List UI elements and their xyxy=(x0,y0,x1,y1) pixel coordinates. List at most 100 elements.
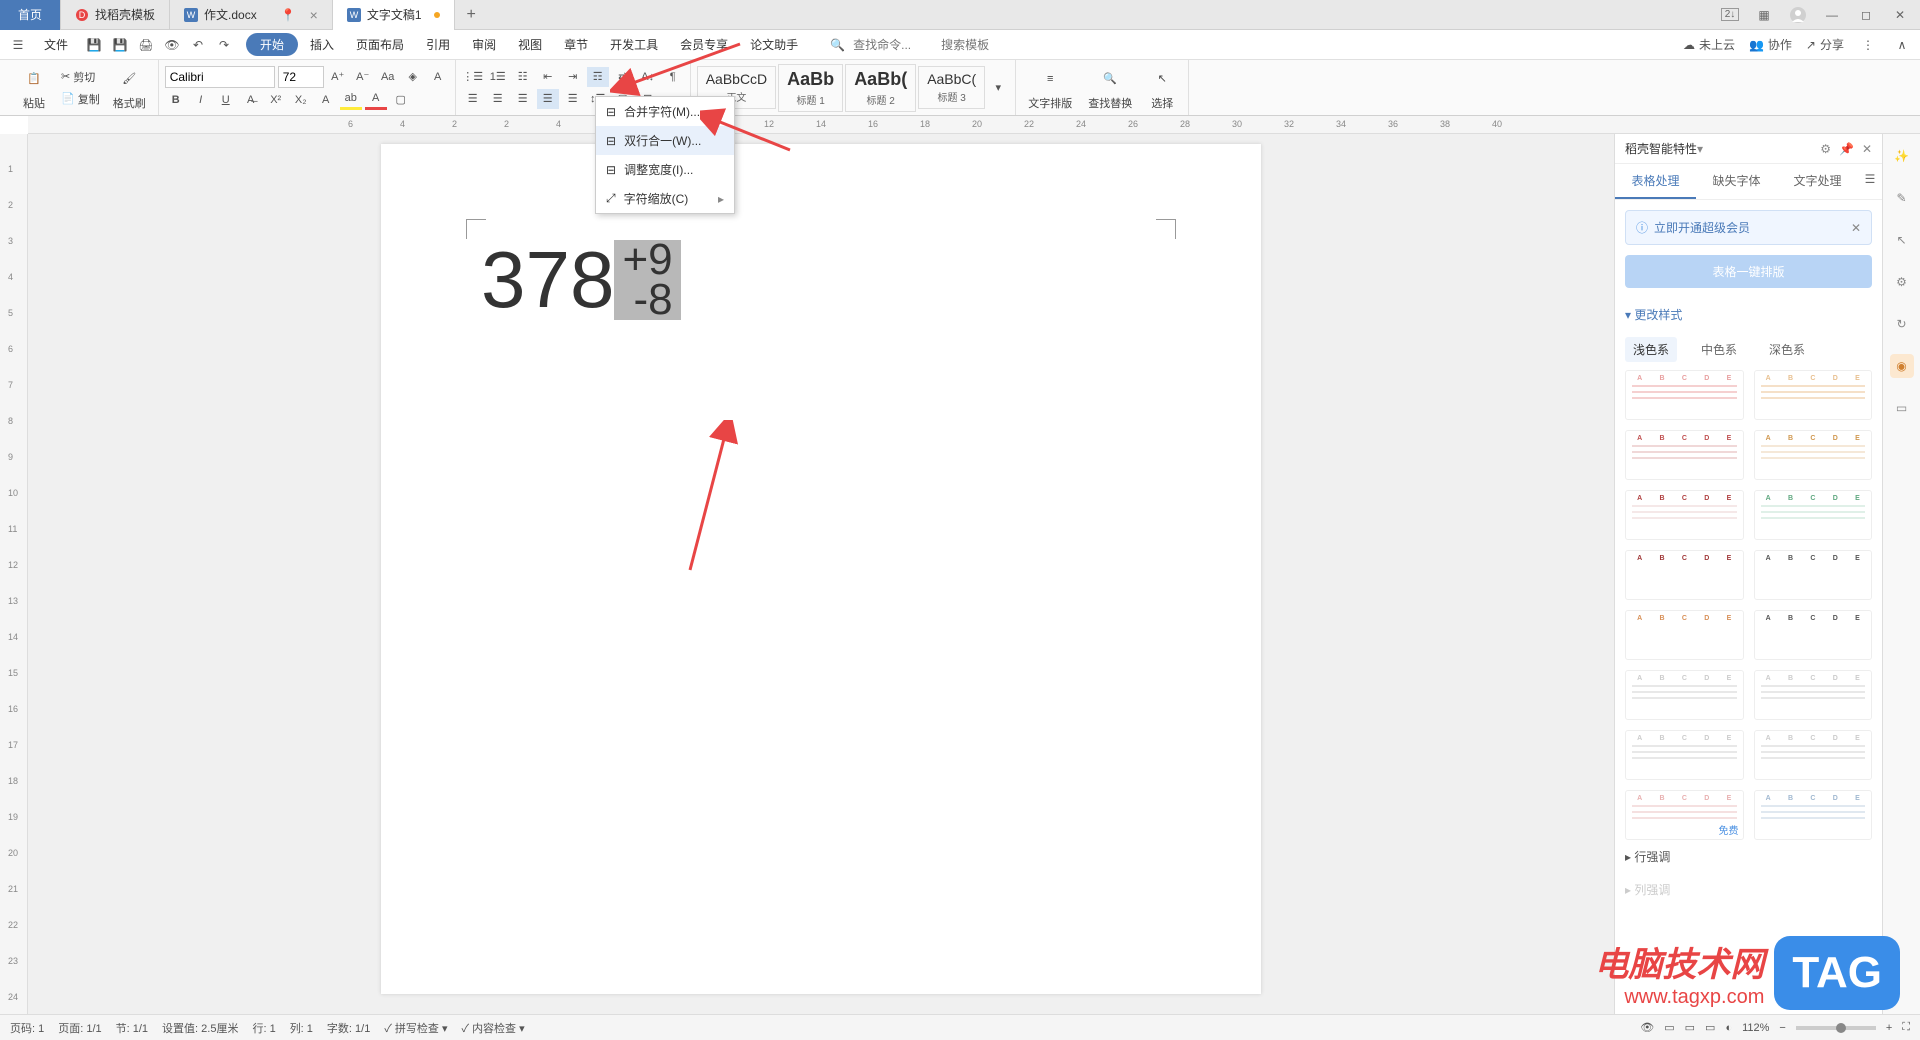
increase-indent-button[interactable]: ⇥ xyxy=(562,67,584,87)
menu-paper[interactable]: 论文助手 xyxy=(740,32,808,57)
panel-tab-more[interactable]: ☰ xyxy=(1858,164,1882,199)
section-col-emphasis[interactable]: ▸ 列强调 xyxy=(1625,873,1872,906)
template-item[interactable]: ABCDE xyxy=(1625,430,1744,480)
tab-close-icon[interactable]: × xyxy=(310,7,318,23)
view-outline-icon[interactable]: ▭ xyxy=(1705,1021,1715,1034)
underline-button[interactable]: U xyxy=(215,90,237,110)
sidebar-select-icon[interactable]: ↖ xyxy=(1890,228,1914,252)
minimize-button[interactable]: — xyxy=(1820,3,1844,27)
undo-icon[interactable]: ↶ xyxy=(188,35,208,55)
panel-tab-table[interactable]: 表格处理 xyxy=(1615,164,1696,199)
section-row-emphasis[interactable]: ▸ 行强调 xyxy=(1625,840,1872,873)
font-effect-button[interactable]: A xyxy=(315,90,337,110)
status-spell[interactable]: ✓ 拼写检查 ▾ xyxy=(384,1020,447,1036)
menu-file[interactable]: 文件 xyxy=(34,32,78,57)
tab-add-button[interactable]: + xyxy=(455,6,488,24)
color-tab-light[interactable]: 浅色系 xyxy=(1625,337,1677,362)
menu-dev[interactable]: 开发工具 xyxy=(600,32,668,57)
grow-font-button[interactable]: A⁺ xyxy=(327,67,349,87)
align-center-button[interactable]: ☰ xyxy=(487,89,509,109)
status-chars[interactable]: 字数: 1/1 xyxy=(327,1020,370,1036)
template-item[interactable]: ABCDE 免费 xyxy=(1625,790,1744,840)
print-icon[interactable]: 🖨 xyxy=(136,35,156,55)
status-pagenum[interactable]: 页码: 1 xyxy=(10,1020,44,1036)
notice-close-icon[interactable]: ✕ xyxy=(1851,221,1861,235)
settings-icon[interactable]: ⚙ xyxy=(1820,142,1831,156)
sidebar-settings-icon[interactable]: ⚙ xyxy=(1890,270,1914,294)
template-item[interactable]: ABCDE xyxy=(1754,730,1873,780)
cloud-status[interactable]: ☁未上云 xyxy=(1683,36,1735,53)
search-command-input[interactable] xyxy=(853,38,933,52)
document-area[interactable]: 378+9-8 xyxy=(28,134,1614,1014)
format-painter-button[interactable]: 🖌 格式刷 xyxy=(107,63,152,113)
tab-template[interactable]: D 找稻壳模板 xyxy=(61,0,170,30)
zoom-out-button[interactable]: − xyxy=(1779,1022,1785,1034)
color-tab-dark[interactable]: 深色系 xyxy=(1761,337,1813,362)
font-size-select[interactable] xyxy=(278,66,324,88)
template-item[interactable]: ABCDE xyxy=(1754,550,1873,600)
justify-button[interactable]: ☰ xyxy=(537,89,559,109)
template-item[interactable]: ABCDE xyxy=(1754,430,1873,480)
bullets-button[interactable]: ⋮☰ xyxy=(462,67,484,87)
menu-vip[interactable]: 会员专享 xyxy=(670,32,738,57)
zoom-slider[interactable] xyxy=(1796,1026,1876,1030)
numbering-button[interactable]: 1☰ xyxy=(487,67,509,87)
template-item[interactable]: ABCDE xyxy=(1754,370,1873,420)
more-icon[interactable]: ⋮ xyxy=(1858,35,1878,55)
template-item[interactable]: ABCDE xyxy=(1625,550,1744,600)
style-h2[interactable]: AaBb(标题 2 xyxy=(845,64,916,112)
color-tab-mid[interactable]: 中色系 xyxy=(1693,337,1745,362)
sidebar-pen-icon[interactable]: ✎ xyxy=(1890,186,1914,210)
redo-icon[interactable]: ↷ xyxy=(214,35,234,55)
select-button[interactable]: ↖选择 xyxy=(1142,63,1182,113)
template-item[interactable]: ABCDE xyxy=(1625,370,1744,420)
saveas-icon[interactable]: 💾 xyxy=(110,35,130,55)
titlebar-user-icon[interactable] xyxy=(1786,3,1810,27)
paste-button[interactable]: 📋 粘贴 xyxy=(14,63,54,113)
preview-icon[interactable]: 👁 xyxy=(162,35,182,55)
panel-tab-font[interactable]: 缺失字体 xyxy=(1696,164,1777,199)
menu-view[interactable]: 视图 xyxy=(508,32,552,57)
change-case-button[interactable]: Aa xyxy=(377,67,399,87)
table-format-button[interactable]: 表格一键排版 xyxy=(1625,255,1872,288)
menu-ref[interactable]: 引用 xyxy=(416,32,460,57)
highlight-button[interactable]: ab xyxy=(340,90,362,110)
section-change-style[interactable]: ▾ 更改样式 xyxy=(1625,300,1872,329)
decrease-indent-button[interactable]: ⇤ xyxy=(537,67,559,87)
sidebar-ai-icon[interactable]: ✨ xyxy=(1890,144,1914,168)
menu-review[interactable]: 审阅 xyxy=(462,32,506,57)
status-col[interactable]: 列: 1 xyxy=(290,1020,313,1036)
zoom-in-button[interactable]: + xyxy=(1886,1022,1892,1034)
shrink-font-button[interactable]: A⁻ xyxy=(352,67,374,87)
status-line[interactable]: 行: 1 xyxy=(252,1020,275,1036)
dropdown-adjust-width[interactable]: ⊟调整宽度(I)... xyxy=(596,155,734,184)
page[interactable]: 378+9-8 xyxy=(381,144,1261,994)
align-right-button[interactable]: ☰ xyxy=(512,89,534,109)
vip-notice[interactable]: ⓘ 立即开通超级会员 ✕ xyxy=(1625,210,1872,245)
fullscreen-icon[interactable]: ⛶ xyxy=(1902,1021,1910,1034)
collapse-ribbon-icon[interactable]: ∧ xyxy=(1892,35,1912,55)
maximize-button[interactable]: ◻ xyxy=(1854,3,1878,27)
strike-button[interactable]: A̶ xyxy=(240,90,262,110)
ruler-horizontal[interactable]: 642246810121416182022242628303234363840 xyxy=(28,116,1920,134)
close-button[interactable]: ✕ xyxy=(1888,3,1912,27)
zoom-label[interactable]: 112% xyxy=(1742,1022,1769,1034)
clear-format-button[interactable]: ◈ xyxy=(402,67,424,87)
pin-icon[interactable]: 📌 xyxy=(1839,142,1854,156)
asian-layout-button[interactable]: ☶ xyxy=(587,67,609,87)
save-icon[interactable]: 💾 xyxy=(84,35,104,55)
search-template-input[interactable] xyxy=(941,38,1021,52)
tab-doc1[interactable]: W 作文.docx 📍 × xyxy=(170,0,333,30)
sort-button[interactable]: A↓ xyxy=(637,67,659,87)
style-h3[interactable]: AaBbC(标题 3 xyxy=(918,66,985,109)
tab-pin-icon[interactable]: 📍 xyxy=(281,8,296,22)
tab-home[interactable]: 首页 xyxy=(0,0,61,30)
styles-more-button[interactable]: ▾ xyxy=(987,78,1009,98)
font-name-select[interactable] xyxy=(165,66,275,88)
copy-button[interactable]: 📄复制 xyxy=(57,89,104,109)
sidebar-book-icon[interactable]: ▭ xyxy=(1890,396,1914,420)
panel-close-icon[interactable]: ✕ xyxy=(1862,142,1872,156)
view-read-icon[interactable]: 👁 xyxy=(1640,1021,1654,1034)
template-item[interactable]: ABCDE xyxy=(1754,610,1873,660)
menu-section[interactable]: 章节 xyxy=(554,32,598,57)
